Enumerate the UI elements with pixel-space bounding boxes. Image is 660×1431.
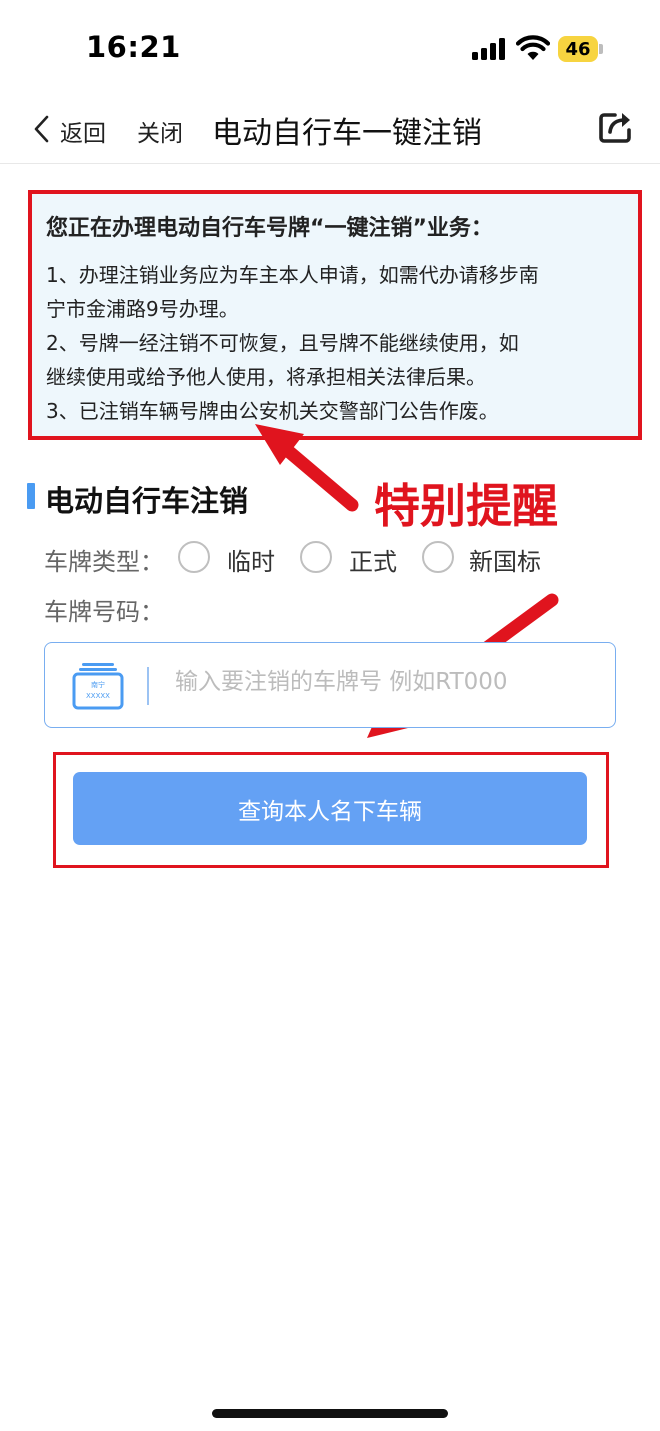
plate-number-label: 车牌号码：	[44, 598, 164, 626]
notice-box: 您正在办理电动自行车号牌“一键注销”业务： 1、办理注销业务应为车主本人申请，如…	[28, 190, 642, 440]
page-title: 电动自行车一键注销	[212, 116, 482, 151]
nav-bar: 返回 关闭 电动自行车一键注销	[0, 96, 660, 164]
signal-icon	[472, 38, 505, 60]
radio-new-standard[interactable]	[422, 541, 454, 573]
plate-number-field[interactable]: 南宁 XXXXX	[44, 642, 616, 728]
notice-line: 1、办理注销业务应为车主本人申请，如需代办请移步南	[46, 263, 539, 287]
annotation-text: 特别提醒	[374, 479, 558, 533]
close-button[interactable]: 关闭	[137, 114, 183, 148]
page: 16:21 46 返回 关闭 电动自行车一键注销 您正在办理电动自行车号牌“一键…	[0, 0, 660, 1431]
radio-label-new-standard[interactable]: 新国标	[469, 542, 541, 577]
plate-type-label: 车牌类型：	[44, 548, 164, 576]
notice-title: 您正在办理电动自行车号牌“一键注销”业务：	[46, 216, 493, 241]
radio-official[interactable]	[300, 541, 332, 573]
section-accent-bar	[27, 483, 35, 509]
share-icon[interactable]	[598, 110, 634, 144]
home-indicator[interactable]	[212, 1409, 448, 1418]
notice-line: 2、号牌一经注销不可恢复，且号牌不能继续使用，如	[46, 331, 519, 355]
battery-level: 46	[558, 36, 598, 62]
battery-icon: 46	[558, 36, 604, 62]
back-chevron-icon[interactable]	[32, 114, 50, 144]
notice-line: 继续使用或给予他人使用，将承担相关法律后果。	[46, 365, 486, 389]
notice-line: 3、已注销车辆号牌由公安机关交警部门公告作废。	[46, 399, 499, 423]
input-divider	[147, 667, 149, 705]
radio-label-official[interactable]: 正式	[349, 542, 397, 577]
plate-icon-number: XXXXX	[86, 692, 110, 700]
query-vehicles-button[interactable]: 查询本人名下车辆	[73, 772, 587, 845]
radio-temporary[interactable]	[178, 541, 210, 573]
back-button[interactable]: 返回	[60, 114, 106, 148]
plate-icon-region: 南宁	[91, 680, 105, 689]
plate-number-input[interactable]	[175, 669, 585, 695]
notice-line: 宁市金浦路9号办理。	[46, 297, 239, 321]
radio-label-temporary[interactable]: 临时	[227, 542, 275, 577]
section-title: 电动自行车注销	[45, 484, 249, 518]
wifi-icon	[516, 35, 550, 60]
status-bar: 16:21 46	[0, 0, 660, 96]
status-time: 16:21	[86, 30, 181, 64]
license-plate-icon: 南宁 XXXXX	[72, 663, 124, 710]
